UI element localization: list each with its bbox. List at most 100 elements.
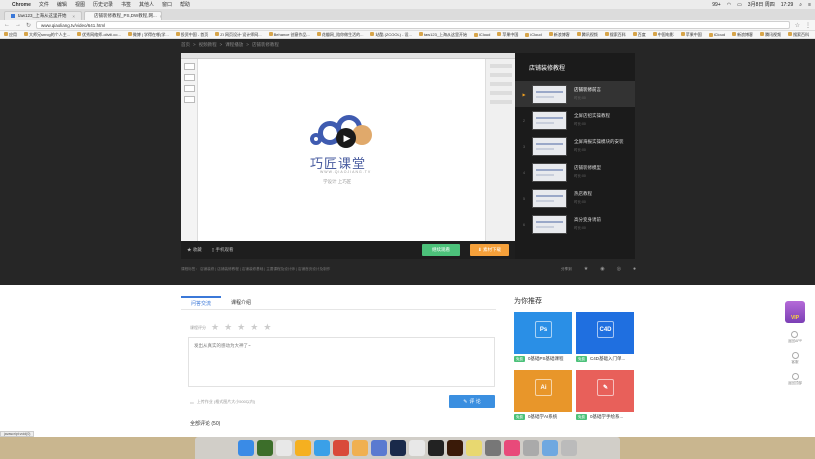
video-player[interactable]: ▶ 巧匠课堂 WWW.QIAOJIANG.TV 学设计 上巧匠 bbox=[181, 53, 515, 241]
dock-qq-icon[interactable]: QQ bbox=[428, 440, 444, 456]
app-download-button[interactable]: 返回APP bbox=[788, 331, 802, 344]
playlist-item[interactable]: 2 全屏店招实操教程 时长:00 bbox=[515, 107, 635, 133]
back-icon[interactable]: ← bbox=[4, 22, 10, 28]
date-display[interactable]: 3月8日 周四 bbox=[748, 1, 775, 8]
weibo-icon[interactable]: ◉ bbox=[600, 266, 604, 272]
bookmark-item[interactable]: 中国电影 bbox=[652, 32, 674, 38]
rating-star-icon[interactable]: ★ bbox=[224, 322, 232, 333]
recommend-card[interactable]: C4D 免费 C4D基础入门单... bbox=[576, 312, 634, 364]
dock-ps-icon[interactable]: Ps bbox=[390, 440, 406, 456]
rating-star-icon[interactable]: ★ bbox=[263, 322, 271, 333]
bookmark-item[interactable]: 新浪博客 bbox=[732, 32, 753, 38]
course-tags-text[interactable]: 课程标签： 店铺装修 | 店铺装修教程 | 店铺装修基础 | 主要课程及设计师 … bbox=[181, 267, 330, 272]
dock-music-icon[interactable]: Music bbox=[504, 440, 520, 456]
dock-trash-icon[interactable]: Trash bbox=[523, 440, 539, 456]
menu-bookmarks[interactable]: 书签 bbox=[121, 1, 131, 8]
bookmark-item[interactable]: 微博 | 学得在哪(学... bbox=[127, 32, 169, 38]
tab-intro[interactable]: 课程介绍 bbox=[221, 296, 261, 309]
bookmark-item[interactable]: iCloud bbox=[474, 32, 490, 37]
upload-button[interactable]: ▭ 上传作业 (格式图片大小500以内) bbox=[190, 399, 255, 405]
dock-qiao-icon[interactable]: Qiao bbox=[371, 440, 387, 456]
dock-sketch-icon[interactable]: Sketch bbox=[295, 440, 311, 456]
menu-help[interactable]: 帮助 bbox=[180, 1, 190, 8]
favorite-button[interactable]: ★ 收藏 bbox=[187, 247, 202, 253]
rating-star-icon[interactable]: ★ bbox=[237, 322, 245, 333]
bookmark-item[interactable]: Behance 创意作品... bbox=[268, 32, 310, 38]
favorite-share-icon[interactable]: ★ bbox=[584, 266, 588, 272]
bookmark-item[interactable]: 优秀网络师-oliviii.co... bbox=[77, 32, 121, 38]
service-button[interactable]: 客服 bbox=[791, 352, 799, 365]
dock-ai-icon[interactable]: Ai bbox=[447, 440, 463, 456]
rating-star-icon[interactable]: ★ bbox=[250, 322, 258, 333]
back-to-top-button[interactable]: 返回顶部 bbox=[788, 373, 802, 386]
menu-people[interactable]: 其他人 bbox=[139, 1, 154, 8]
app-name[interactable]: Chrome bbox=[12, 2, 31, 8]
vip-badge[interactable]: VIP bbox=[785, 301, 805, 323]
browser-tab-active[interactable]: 店铺装修教程_PS,DW教程,网... × bbox=[84, 11, 162, 20]
bookmark-item[interactable]: 搜索百科 bbox=[604, 32, 626, 38]
reload-icon[interactable]: ↻ bbox=[26, 22, 31, 29]
dock-safari-icon[interactable]: Safari bbox=[314, 440, 330, 456]
menu-view[interactable]: 视图 bbox=[75, 1, 85, 8]
bookmark-item[interactable]: 苹果中国 bbox=[680, 32, 702, 38]
submit-comment-button[interactable]: ✎ 评 论 bbox=[449, 395, 495, 408]
dock-dw-icon[interactable]: Dw bbox=[257, 440, 273, 456]
url-input[interactable]: www.qiaoliang.tv/video/641.html bbox=[36, 21, 790, 29]
bookmark-item[interactable]: iCloud bbox=[525, 32, 542, 37]
dock-finder-icon[interactable]: Finder bbox=[238, 440, 254, 456]
bookmark-item[interactable]: 腾讯视频 bbox=[760, 32, 781, 38]
menu-window[interactable]: 窗口 bbox=[162, 1, 172, 8]
close-icon[interactable]: × bbox=[160, 14, 161, 19]
bookmark-item[interactable]: taw123_上海从这里开始 bbox=[418, 32, 467, 38]
bookmark-item[interactable]: 投资中国 - 首页 bbox=[175, 32, 208, 38]
browser-tab[interactable]: taw123_上海从这里开始 × bbox=[4, 11, 82, 20]
dock-notes-icon[interactable]: Notes bbox=[466, 440, 482, 456]
more-icon[interactable]: ⋮ bbox=[805, 22, 811, 29]
wechat-icon[interactable]: ◎ bbox=[617, 266, 621, 272]
bookmark-item[interactable]: 站酷 (ZCOOL) - 设... bbox=[370, 32, 412, 38]
playlist-item[interactable]: 5 热店教程 时长:00 bbox=[515, 185, 635, 211]
recommend-card[interactable]: ✎ 免费 0基础学手绘系... bbox=[576, 370, 634, 422]
qq-icon[interactable]: ● bbox=[633, 266, 636, 272]
dock-settings-icon[interactable]: Settings bbox=[485, 440, 501, 456]
menu-file[interactable]: 文件 bbox=[39, 1, 49, 8]
menu-history[interactable]: 历史记录 bbox=[93, 1, 113, 8]
menu-edit[interactable]: 编辑 bbox=[57, 1, 67, 8]
dock-photo-icon[interactable]: Photo bbox=[352, 440, 368, 456]
playlist-item[interactable]: ▶ 店铺装修前言 时长:00 bbox=[515, 81, 635, 107]
bookmark-item[interactable]: 腾讯视频 bbox=[576, 32, 598, 38]
breadcrumb-play[interactable]: 课程播放 bbox=[225, 42, 243, 48]
dock-download-icon[interactable]: Download bbox=[542, 440, 558, 456]
rating-star-icon[interactable]: ★ bbox=[211, 322, 219, 333]
bookmark-item[interactable]: 大师兄snrcg的个人主... bbox=[24, 32, 70, 38]
bookmark-item[interactable]: 苹果中国 bbox=[497, 32, 518, 38]
wifi-icon[interactable]: ◠ bbox=[727, 2, 731, 8]
bookmark-item[interactable]: ZI 网页设计·设计师网... bbox=[215, 32, 262, 38]
time-display[interactable]: 17:29 bbox=[781, 2, 794, 8]
mobile-button[interactable]: ▯ 手机观看 bbox=[212, 247, 234, 253]
bookmark-item[interactable]: 百度 bbox=[632, 32, 646, 38]
search-icon[interactable]: ⌕ bbox=[799, 2, 802, 8]
dock-mail-icon[interactable]: Mail bbox=[409, 440, 425, 456]
playlist-item[interactable]: 4 店铺装修模型 时长:00 bbox=[515, 159, 635, 185]
forward-icon[interactable]: → bbox=[15, 22, 21, 28]
menu-list-icon[interactable]: ≡ bbox=[808, 2, 811, 8]
tab-qa[interactable]: 问答交流 bbox=[181, 296, 222, 309]
notification-count[interactable]: 99+ bbox=[712, 2, 720, 8]
continue-button[interactable]: 继续观看 bbox=[421, 244, 460, 256]
close-icon[interactable]: × bbox=[72, 14, 75, 19]
battery-icon[interactable]: ▭ bbox=[737, 2, 742, 8]
dock-trash2-icon[interactable]: Trash2 bbox=[561, 440, 577, 456]
bookmark-item[interactable]: 新浪博客 bbox=[548, 32, 570, 38]
recommend-card[interactable]: Ps 免费 0基础PS基础课程 bbox=[514, 312, 572, 364]
dock-chrome-icon[interactable]: Chrome bbox=[276, 440, 292, 456]
bookmark-item[interactable]: 搜索百科 bbox=[788, 32, 809, 38]
bookmark-item[interactable]: 花瓣网_陪你做生活的... bbox=[316, 32, 363, 38]
download-button[interactable]: ⬇ 素材下载 bbox=[469, 244, 509, 256]
playlist-item[interactable]: 6 高分变身诱前 时长:00 bbox=[515, 211, 635, 237]
bookmark-item[interactable]: iCloud bbox=[708, 32, 725, 37]
dock-weibo-icon[interactable]: Weibo bbox=[333, 440, 349, 456]
breadcrumb-home[interactable]: 首页 bbox=[181, 42, 190, 48]
comment-textarea[interactable]: 发出从真实的感动为大神了~ bbox=[188, 337, 495, 387]
star-icon[interactable]: ☆ bbox=[795, 22, 800, 29]
